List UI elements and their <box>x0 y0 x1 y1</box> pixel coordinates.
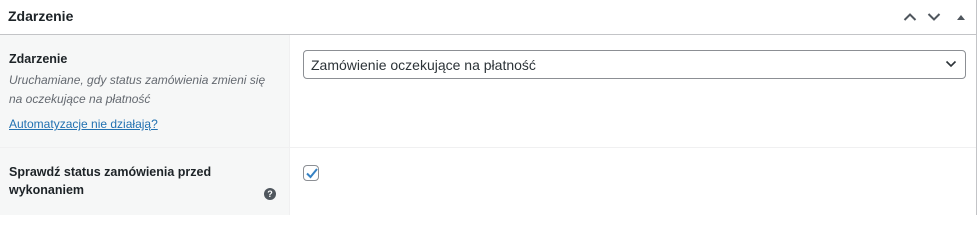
event-select-value: Zamówienie oczekujące na płatność <box>311 57 536 73</box>
chevron-up-icon <box>903 13 917 21</box>
checkmark-icon <box>306 168 318 179</box>
chevron-down-icon <box>945 60 957 68</box>
triangle-up-icon <box>957 15 965 20</box>
check-status-checkbox[interactable] <box>303 165 319 181</box>
move-up-button[interactable] <box>898 0 922 34</box>
event-label-cell: Zdarzenie Uruchamiane, gdy status zamówi… <box>0 35 290 147</box>
check-status-value-cell <box>291 148 976 215</box>
panel-header: Zdarzenie <box>0 0 976 35</box>
panel-title: Zdarzenie <box>8 8 74 24</box>
event-row: Zdarzenie Uruchamiane, gdy status zamówi… <box>0 35 976 148</box>
panel-actions <box>898 0 976 34</box>
toggle-panel-button[interactable] <box>946 0 976 34</box>
event-panel: Zdarzenie Zdarzenie Uruchamiane, gdy sta… <box>0 0 977 215</box>
event-value-cell: Zamówienie oczekujące na płatność <box>291 35 976 147</box>
chevron-down-icon <box>927 13 941 21</box>
check-status-label-cell: Sprawdź status zamówienia przed wykonani… <box>0 148 290 215</box>
automation-help-link[interactable]: Automatyzacje nie działają? <box>9 116 158 132</box>
event-select[interactable]: Zamówienie oczekujące na płatność <box>303 50 966 79</box>
move-down-button[interactable] <box>922 0 946 34</box>
check-status-row: Sprawdź status zamówienia przed wykonani… <box>0 148 976 215</box>
event-description: Uruchamiane, gdy status zamówienia zmien… <box>9 73 266 106</box>
event-label: Zdarzenie <box>9 52 68 66</box>
check-status-label: Sprawdź status zamówienia przed wykonani… <box>9 165 212 197</box>
question-mark-icon[interactable]: ? <box>264 188 276 200</box>
